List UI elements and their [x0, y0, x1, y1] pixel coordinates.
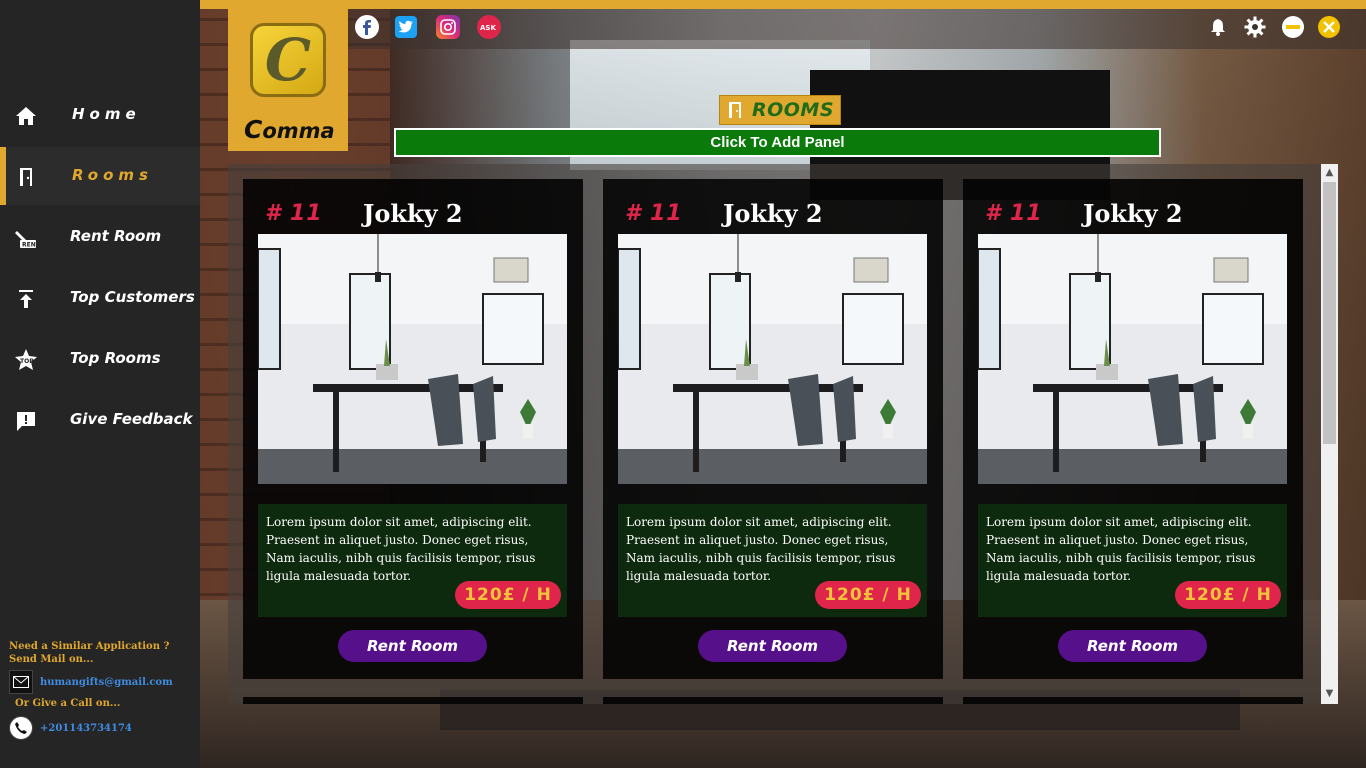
ask-fm-icon[interactable]: ASK	[477, 15, 501, 39]
minimize-icon[interactable]	[1281, 15, 1305, 39]
instagram-icon[interactable]	[436, 15, 460, 39]
page-title-label: ROOMS	[752, 99, 835, 121]
scroll-up-icon[interactable]: ▲	[1324, 167, 1335, 179]
app-logo: C Comma	[228, 9, 348, 151]
svg-text:RENT: RENT	[22, 242, 38, 249]
rooms-panel: # 11 Jokky 2 Lorem ipsum dolor sit amet,…	[228, 164, 1321, 704]
facebook-icon[interactable]	[355, 15, 379, 39]
feedback-icon	[14, 409, 38, 433]
scroll-down-icon[interactable]: ▼	[1324, 688, 1335, 700]
upload-arrow-icon	[14, 287, 38, 311]
svg-text:TOP: TOP	[20, 358, 34, 365]
room-card: # 11 Jokky 2 Lorem ipsum dolor sit amet,…	[603, 179, 943, 679]
rent-icon: RENT	[14, 226, 38, 250]
top-accent-line	[200, 0, 1366, 9]
sidebar-item-label: Top Rooms	[70, 349, 161, 367]
sidebar-item-label: Give Feedback	[70, 410, 193, 428]
door-icon	[14, 165, 38, 189]
sidebar-item-label: Rent Room	[70, 227, 162, 245]
logo-initial: C	[244, 115, 263, 144]
close-icon[interactable]	[1317, 15, 1341, 39]
room-card-next-row	[243, 697, 583, 704]
sidebar-item-rent-room[interactable]: RENT Rent Room	[0, 208, 200, 266]
room-photo	[258, 234, 567, 484]
top-star-icon: TOP	[14, 348, 38, 372]
sidebar-item-home[interactable]: Home	[0, 86, 200, 144]
sidebar-item-top-rooms[interactable]: TOP Top Rooms	[0, 330, 200, 388]
door-icon	[727, 101, 745, 119]
room-price-badge: 120£ / H	[1175, 581, 1281, 609]
room-photo	[978, 234, 1287, 484]
bell-icon[interactable]	[1206, 15, 1230, 39]
contact-mail-prompt: Send Mail on...	[9, 654, 94, 665]
contact-info: Need a Similar Application ? Send Mail o…	[9, 640, 199, 740]
logo-letter: C	[264, 26, 312, 94]
contact-prompt: Need a Similar Application ?	[9, 641, 170, 652]
sidebar-item-label: Rooms	[72, 166, 153, 184]
sidebar-item-rooms[interactable]: Rooms	[0, 147, 200, 205]
svg-text:ASK: ASK	[480, 24, 496, 32]
room-card: # 11 Jokky 2 Lorem ipsum dolor sit amet,…	[243, 179, 583, 679]
sidebar-item-label: Home	[72, 105, 141, 123]
contact-phone-link[interactable]: +201143734174	[40, 723, 132, 734]
sidebar-item-label: Top Customers	[70, 288, 195, 306]
room-number: # 11	[265, 201, 323, 226]
rent-room-button[interactable]: Rent Room	[698, 630, 847, 662]
home-icon	[14, 104, 38, 128]
room-price-badge: 120£ / H	[815, 581, 921, 609]
room-card-next-row	[963, 697, 1303, 704]
room-photo	[618, 234, 927, 484]
add-panel-button[interactable]: Click To Add Panel	[394, 128, 1161, 157]
logo-text: Comma	[244, 115, 335, 144]
sidebar: Home Rooms RENT Rent Room Top Customers …	[0, 0, 200, 768]
mail-icon	[9, 670, 33, 694]
logo-mark: C	[250, 23, 326, 97]
contact-call-prompt: Or Give a Call on...	[15, 698, 121, 709]
contact-email-link[interactable]: humangifts@gmail.com	[40, 677, 173, 688]
rooms-scrollbar[interactable]: ▲ ▼	[1321, 164, 1338, 704]
room-number: # 11	[625, 201, 683, 226]
logo-wordmark: omma	[262, 119, 335, 143]
sidebar-item-give-feedback[interactable]: Give Feedback	[0, 391, 200, 449]
scrollbar-thumb[interactable]	[1323, 182, 1336, 444]
twitter-icon[interactable]	[395, 16, 417, 38]
room-name: Jokky 2	[363, 199, 463, 228]
room-description: Lorem ipsum dolor sit amet, adipiscing e…	[986, 515, 1256, 583]
room-description: Lorem ipsum dolor sit amet, adipiscing e…	[626, 515, 896, 583]
room-price-badge: 120£ / H	[455, 581, 561, 609]
rent-room-button[interactable]: Rent Room	[338, 630, 487, 662]
room-card-next-row	[603, 697, 943, 704]
room-description: Lorem ipsum dolor sit amet, adipiscing e…	[266, 515, 536, 583]
sidebar-item-top-customers[interactable]: Top Customers	[0, 269, 200, 327]
phone-icon	[9, 716, 33, 740]
room-card: # 11 Jokky 2 Lorem ipsum dolor sit amet,…	[963, 179, 1303, 679]
room-name: Jokky 2	[1083, 199, 1183, 228]
page-title: ROOMS	[719, 95, 841, 125]
room-name: Jokky 2	[723, 199, 823, 228]
rent-room-button[interactable]: Rent Room	[1058, 630, 1207, 662]
room-number: # 11	[985, 201, 1043, 226]
gear-icon[interactable]	[1243, 15, 1267, 39]
